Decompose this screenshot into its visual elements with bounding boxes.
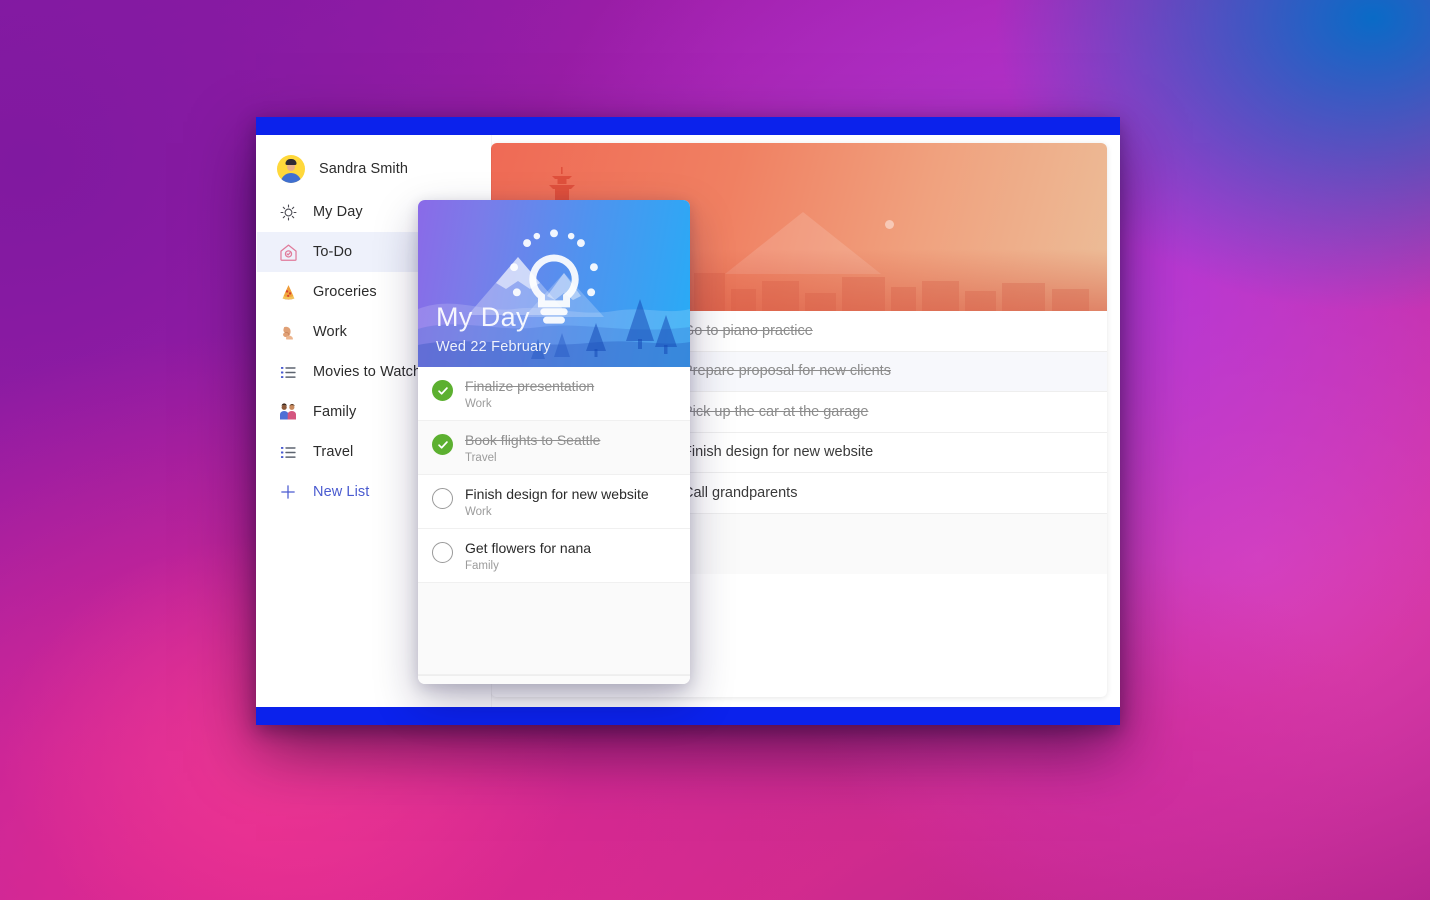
task-checkbox[interactable] [432, 488, 453, 509]
task-list-name: Work [465, 398, 492, 410]
task-list-name: Family [465, 560, 499, 572]
pagoda-icon [548, 166, 575, 201]
task-title: Finish design for new website [465, 486, 649, 502]
sidebar-item-label: Family [313, 404, 357, 420]
bicep-icon [277, 321, 299, 343]
task-title: Get flowers for nana [465, 540, 592, 556]
list-item[interactable]: Finalize presentation Work [418, 367, 690, 421]
main-row-text: Finish design for new website [683, 444, 874, 461]
sidebar-item-label: Work [313, 324, 347, 340]
main-row-text: Pick up the car at the garage [683, 403, 869, 420]
task-list-name: Travel [465, 452, 497, 464]
task-list-name: Work [465, 506, 492, 518]
main-row-text: Go to piano practice [683, 322, 813, 339]
task-title: Finalize presentation [465, 378, 595, 394]
plus-icon [277, 481, 299, 503]
task-title: Book flights to Seattle [465, 432, 601, 448]
sidebar-item-label: Groceries [313, 284, 377, 300]
family-icon [277, 401, 299, 423]
main-row-text: Prepare proposal for new clients [683, 363, 891, 380]
pizza-icon [277, 281, 299, 303]
sidebar-new-list-label: New List [313, 484, 370, 500]
sidebar-user-profile[interactable]: Sandra Smith [257, 146, 491, 192]
house-check-icon [277, 241, 299, 263]
my-day-empty-area [418, 583, 690, 675]
sidebar-user-name: Sandra Smith [319, 161, 409, 177]
task-checkbox-checked[interactable] [432, 434, 453, 455]
task-checkbox[interactable] [432, 542, 453, 563]
list-item[interactable]: Get flowers for nana Family [418, 529, 690, 583]
my-day-card[interactable]: My Day Wed 22 February Finalize presenta… [418, 200, 690, 684]
window-titlebar[interactable] [256, 117, 1120, 135]
my-day-task-list: Finalize presentation Work Book flights … [418, 367, 690, 675]
my-day-date: Wed 22 February [436, 339, 551, 355]
sidebar-item-label: To-Do [313, 244, 353, 260]
avatar [277, 155, 305, 183]
main-row-text: Call grandparents [683, 484, 798, 501]
sidebar-item-label: My Day [313, 204, 363, 220]
list-icon [277, 441, 299, 463]
add-todo-button[interactable]: Add a to-do [418, 675, 690, 684]
list-item[interactable]: Book flights to Seattle Travel [418, 421, 690, 475]
sidebar-item-label: Travel [313, 444, 354, 460]
sun-icon [277, 201, 299, 223]
sun-dot [885, 220, 895, 230]
window-bottombar [256, 707, 1120, 725]
list-item[interactable]: Finish design for new website Work [418, 475, 690, 529]
task-checkbox-checked[interactable] [432, 380, 453, 401]
list-icon [277, 361, 299, 383]
my-day-title: My Day [436, 302, 530, 332]
my-day-hero: My Day Wed 22 February [418, 200, 690, 367]
sidebar-item-label: Movies to Watch [313, 364, 422, 380]
